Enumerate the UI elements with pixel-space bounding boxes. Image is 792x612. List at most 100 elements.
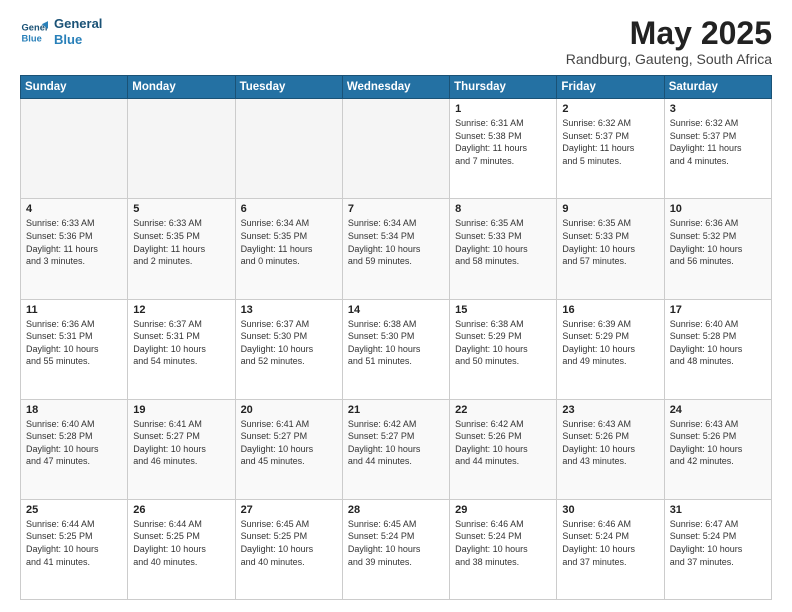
calendar-cell: 24 Sunrise: 6:43 AM Sunset: 5:26 PM Dayli… bbox=[664, 399, 771, 499]
calendar-cell: 21 Sunrise: 6:42 AM Sunset: 5:27 PM Dayli… bbox=[342, 399, 449, 499]
calendar-row-4: 25 Sunrise: 6:44 AM Sunset: 5:25 PM Dayli… bbox=[21, 499, 772, 599]
title-block: May 2025 Randburg, Gauteng, South Africa bbox=[566, 16, 772, 67]
day-number: 26 bbox=[133, 504, 229, 516]
logo: General Blue General Blue bbox=[20, 16, 102, 47]
day-number: 27 bbox=[241, 504, 337, 516]
calendar-header-row: SundayMondayTuesdayWednesdayThursdayFrid… bbox=[21, 76, 772, 99]
day-number: 8 bbox=[455, 203, 551, 215]
day-info: Sunrise: 6:42 AM Sunset: 5:27 PM Dayligh… bbox=[348, 418, 444, 468]
day-number: 31 bbox=[670, 504, 766, 516]
calendar-cell: 26 Sunrise: 6:44 AM Sunset: 5:25 PM Dayli… bbox=[128, 499, 235, 599]
calendar-cell: 31Sunrise: 6:47 AM Sunset: 5:24 PM Dayli… bbox=[664, 499, 771, 599]
day-info: Sunrise: 6:45 AM Sunset: 5:25 PM Dayligh… bbox=[241, 518, 337, 568]
calendar-row-2: 11Sunrise: 6:36 AM Sunset: 5:31 PM Dayli… bbox=[21, 299, 772, 399]
day-info: Sunrise: 6:38 AM Sunset: 5:30 PM Dayligh… bbox=[348, 318, 444, 368]
subtitle: Randburg, Gauteng, South Africa bbox=[566, 51, 772, 67]
day-number: 24 bbox=[670, 404, 766, 416]
day-info: Sunrise: 6:38 AM Sunset: 5:29 PM Dayligh… bbox=[455, 318, 551, 368]
day-info: Sunrise: 6:45 AM Sunset: 5:24 PM Dayligh… bbox=[348, 518, 444, 568]
calendar-cell: 17 Sunrise: 6:40 AM Sunset: 5:28 PM Dayli… bbox=[664, 299, 771, 399]
calendar-cell bbox=[235, 99, 342, 199]
calendar-cell bbox=[342, 99, 449, 199]
main-title: May 2025 bbox=[566, 16, 772, 51]
day-number: 20 bbox=[241, 404, 337, 416]
day-info: Sunrise: 6:36 AM Sunset: 5:31 PM Dayligh… bbox=[26, 318, 122, 368]
day-info: Sunrise: 6:46 AM Sunset: 5:24 PM Dayligh… bbox=[455, 518, 551, 568]
calendar-cell: 2 Sunrise: 6:32 AM Sunset: 5:37 PM Daylig… bbox=[557, 99, 664, 199]
page: General Blue General Blue May 2025 Randb… bbox=[0, 0, 792, 612]
calendar-cell bbox=[21, 99, 128, 199]
calendar-cell: 18 Sunrise: 6:40 AM Sunset: 5:28 PM Dayli… bbox=[21, 399, 128, 499]
day-info: Sunrise: 6:32 AM Sunset: 5:37 PM Dayligh… bbox=[562, 117, 658, 167]
day-info: Sunrise: 6:33 AM Sunset: 5:35 PM Dayligh… bbox=[133, 217, 229, 267]
day-info: Sunrise: 6:41 AM Sunset: 5:27 PM Dayligh… bbox=[133, 418, 229, 468]
day-info: Sunrise: 6:40 AM Sunset: 5:28 PM Dayligh… bbox=[26, 418, 122, 468]
day-number: 18 bbox=[26, 404, 122, 416]
calendar-cell bbox=[128, 99, 235, 199]
day-number: 10 bbox=[670, 203, 766, 215]
day-info: Sunrise: 6:44 AM Sunset: 5:25 PM Dayligh… bbox=[26, 518, 122, 568]
calendar-table: SundayMondayTuesdayWednesdayThursdayFrid… bbox=[20, 75, 772, 600]
svg-text:Blue: Blue bbox=[22, 33, 42, 43]
day-number: 15 bbox=[455, 304, 551, 316]
weekday-header-thursday: Thursday bbox=[450, 76, 557, 99]
weekday-header-sunday: Sunday bbox=[21, 76, 128, 99]
calendar-cell: 19 Sunrise: 6:41 AM Sunset: 5:27 PM Dayli… bbox=[128, 399, 235, 499]
day-number: 5 bbox=[133, 203, 229, 215]
calendar-cell: 6 Sunrise: 6:34 AM Sunset: 5:35 PM Daylig… bbox=[235, 199, 342, 299]
day-info: Sunrise: 6:34 AM Sunset: 5:35 PM Dayligh… bbox=[241, 217, 337, 267]
day-info: Sunrise: 6:46 AM Sunset: 5:24 PM Dayligh… bbox=[562, 518, 658, 568]
logo-blue: Blue bbox=[54, 32, 102, 48]
calendar-cell: 16 Sunrise: 6:39 AM Sunset: 5:29 PM Dayli… bbox=[557, 299, 664, 399]
calendar-cell: 20 Sunrise: 6:41 AM Sunset: 5:27 PM Dayli… bbox=[235, 399, 342, 499]
day-number: 25 bbox=[26, 504, 122, 516]
day-info: Sunrise: 6:37 AM Sunset: 5:30 PM Dayligh… bbox=[241, 318, 337, 368]
day-info: Sunrise: 6:44 AM Sunset: 5:25 PM Dayligh… bbox=[133, 518, 229, 568]
day-number: 6 bbox=[241, 203, 337, 215]
weekday-header-saturday: Saturday bbox=[664, 76, 771, 99]
day-number: 4 bbox=[26, 203, 122, 215]
calendar-row-0: 1Sunrise: 6:31 AM Sunset: 5:38 PM Daylig… bbox=[21, 99, 772, 199]
day-info: Sunrise: 6:37 AM Sunset: 5:31 PM Dayligh… bbox=[133, 318, 229, 368]
day-info: Sunrise: 6:40 AM Sunset: 5:28 PM Dayligh… bbox=[670, 318, 766, 368]
calendar-cell: 3Sunrise: 6:32 AM Sunset: 5:37 PM Daylig… bbox=[664, 99, 771, 199]
calendar-cell: 11Sunrise: 6:36 AM Sunset: 5:31 PM Dayli… bbox=[21, 299, 128, 399]
day-number: 17 bbox=[670, 304, 766, 316]
day-number: 3 bbox=[670, 103, 766, 115]
logo-icon: General Blue bbox=[20, 18, 48, 46]
calendar-cell: 9Sunrise: 6:35 AM Sunset: 5:33 PM Daylig… bbox=[557, 199, 664, 299]
day-number: 29 bbox=[455, 504, 551, 516]
day-info: Sunrise: 6:41 AM Sunset: 5:27 PM Dayligh… bbox=[241, 418, 337, 468]
day-info: Sunrise: 6:33 AM Sunset: 5:36 PM Dayligh… bbox=[26, 217, 122, 267]
day-number: 7 bbox=[348, 203, 444, 215]
day-number: 13 bbox=[241, 304, 337, 316]
weekday-header-tuesday: Tuesday bbox=[235, 76, 342, 99]
day-number: 2 bbox=[562, 103, 658, 115]
calendar-cell: 10Sunrise: 6:36 AM Sunset: 5:32 PM Dayli… bbox=[664, 199, 771, 299]
day-info: Sunrise: 6:43 AM Sunset: 5:26 PM Dayligh… bbox=[670, 418, 766, 468]
day-number: 14 bbox=[348, 304, 444, 316]
weekday-header-wednesday: Wednesday bbox=[342, 76, 449, 99]
calendar-cell: 7Sunrise: 6:34 AM Sunset: 5:34 PM Daylig… bbox=[342, 199, 449, 299]
day-number: 23 bbox=[562, 404, 658, 416]
day-number: 16 bbox=[562, 304, 658, 316]
calendar-cell: 30Sunrise: 6:46 AM Sunset: 5:24 PM Dayli… bbox=[557, 499, 664, 599]
calendar-cell: 4 Sunrise: 6:33 AM Sunset: 5:36 PM Daylig… bbox=[21, 199, 128, 299]
calendar-cell: 27 Sunrise: 6:45 AM Sunset: 5:25 PM Dayli… bbox=[235, 499, 342, 599]
calendar-cell: 28 Sunrise: 6:45 AM Sunset: 5:24 PM Dayli… bbox=[342, 499, 449, 599]
day-number: 9 bbox=[562, 203, 658, 215]
calendar-cell: 22Sunrise: 6:42 AM Sunset: 5:26 PM Dayli… bbox=[450, 399, 557, 499]
calendar-row-3: 18 Sunrise: 6:40 AM Sunset: 5:28 PM Dayli… bbox=[21, 399, 772, 499]
logo-general: General bbox=[54, 16, 102, 32]
day-number: 21 bbox=[348, 404, 444, 416]
day-number: 12 bbox=[133, 304, 229, 316]
day-number: 28 bbox=[348, 504, 444, 516]
calendar-cell: 25 Sunrise: 6:44 AM Sunset: 5:25 PM Dayli… bbox=[21, 499, 128, 599]
day-info: Sunrise: 6:39 AM Sunset: 5:29 PM Dayligh… bbox=[562, 318, 658, 368]
weekday-header-friday: Friday bbox=[557, 76, 664, 99]
calendar-row-1: 4 Sunrise: 6:33 AM Sunset: 5:36 PM Daylig… bbox=[21, 199, 772, 299]
calendar-cell: 14 Sunrise: 6:38 AM Sunset: 5:30 PM Dayli… bbox=[342, 299, 449, 399]
day-info: Sunrise: 6:42 AM Sunset: 5:26 PM Dayligh… bbox=[455, 418, 551, 468]
day-number: 19 bbox=[133, 404, 229, 416]
header: General Blue General Blue May 2025 Randb… bbox=[20, 16, 772, 67]
